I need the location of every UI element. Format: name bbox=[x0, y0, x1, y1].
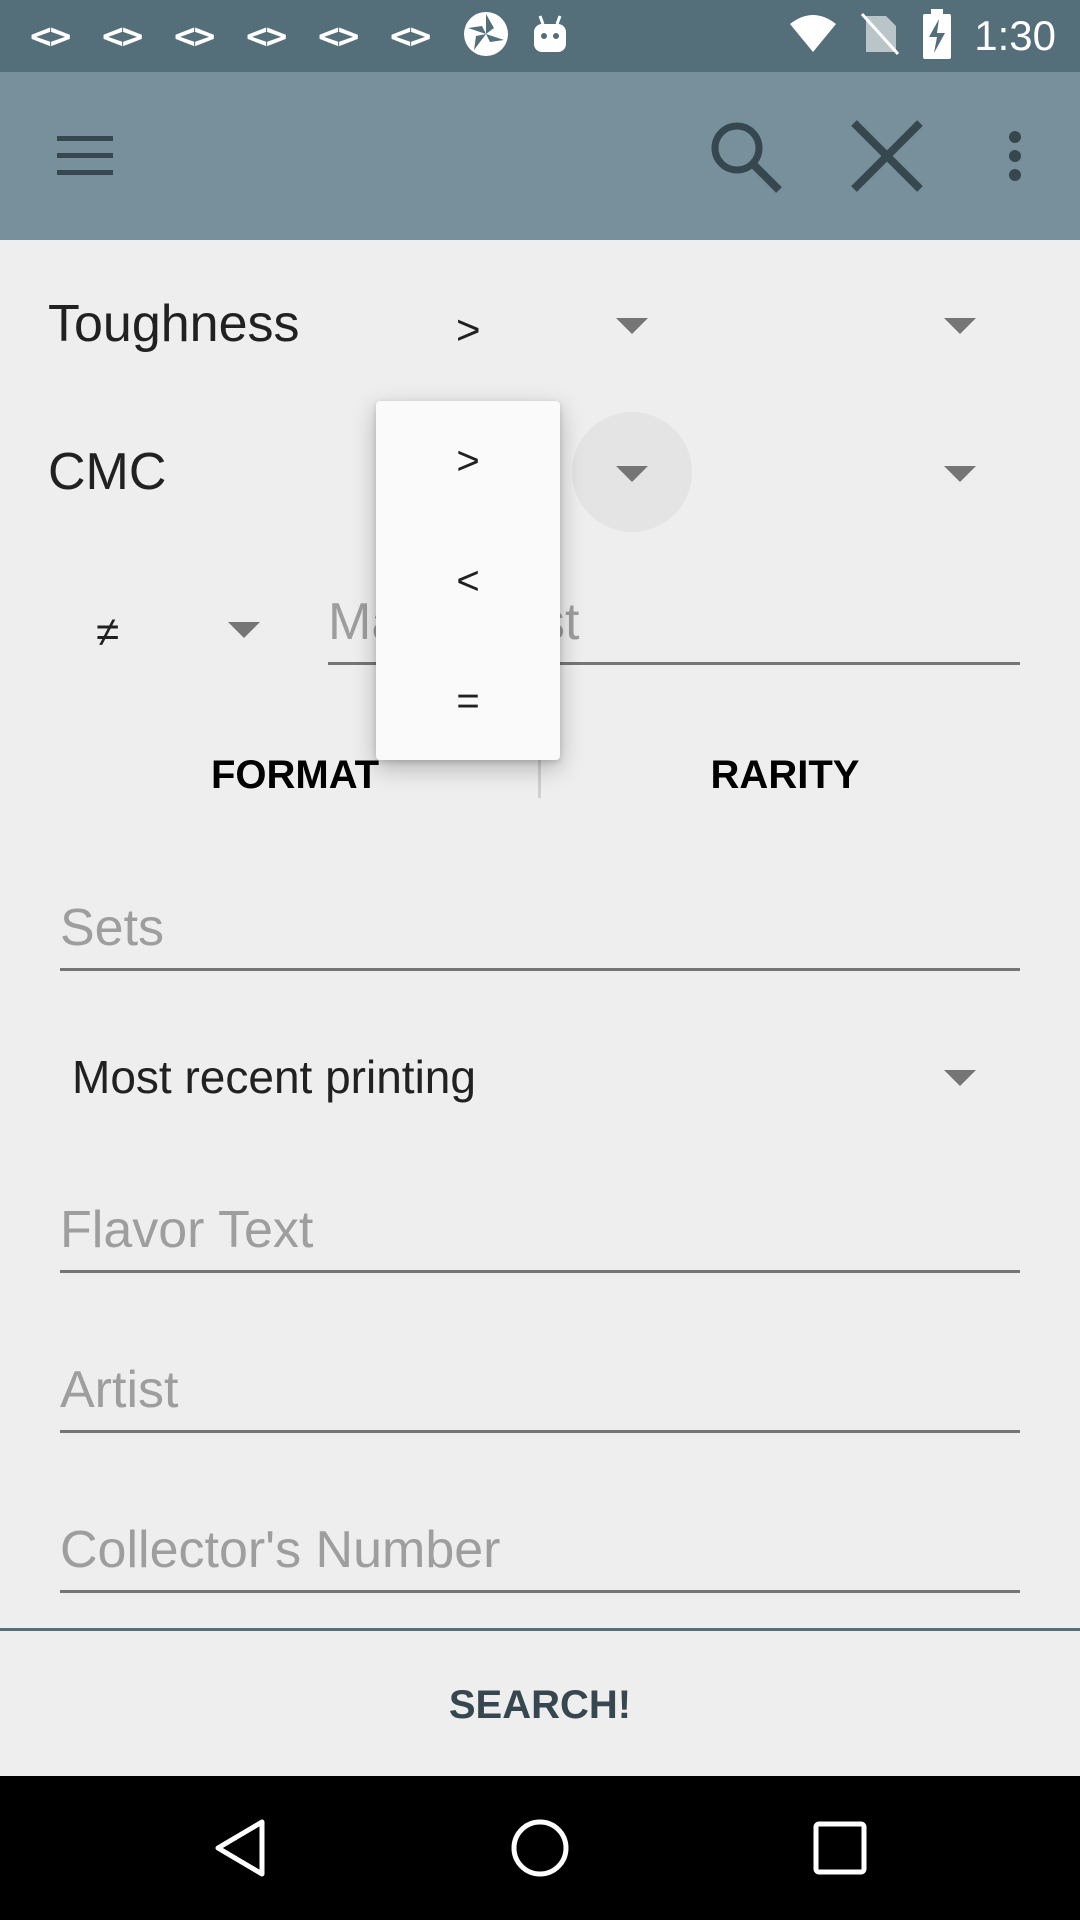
recents-icon[interactable] bbox=[760, 1776, 920, 1920]
chevron-down-icon[interactable] bbox=[944, 466, 976, 482]
chevron-down-icon[interactable] bbox=[616, 318, 648, 334]
android-icon bbox=[528, 12, 572, 61]
flavor-text-field[interactable]: Flavor Text bbox=[60, 1200, 1020, 1273]
battery-charging-icon bbox=[922, 8, 952, 64]
code-notification-icon: <> bbox=[102, 15, 143, 57]
chevron-down-icon[interactable] bbox=[944, 1070, 976, 1086]
artist-placeholder: Artist bbox=[60, 1361, 179, 1419]
collectors-number-field[interactable]: Collector's Number bbox=[60, 1520, 1020, 1593]
system-icons: 1:30 bbox=[788, 0, 1056, 72]
back-icon[interactable] bbox=[160, 1776, 320, 1920]
home-icon[interactable] bbox=[460, 1776, 620, 1920]
chevron-down-icon[interactable] bbox=[944, 318, 976, 334]
sets-placeholder: Sets bbox=[60, 899, 165, 957]
printing-select[interactable]: Most recent printing bbox=[72, 1050, 476, 1104]
operator-dropdown-menu: > < = bbox=[376, 401, 560, 760]
code-notification-icon: <> bbox=[174, 15, 215, 57]
code-notification-icon: <> bbox=[246, 15, 287, 57]
status-bar: <> <> <> <> <> <> 1:30 bbox=[0, 0, 1080, 72]
toughness-operator-select[interactable]: > bbox=[456, 306, 481, 354]
sets-field[interactable]: Sets bbox=[60, 898, 1020, 971]
flavor-text-placeholder: Flavor Text bbox=[60, 1201, 314, 1259]
toughness-label: Toughness bbox=[48, 295, 300, 353]
chevron-down-icon[interactable] bbox=[616, 466, 648, 482]
collectors-number-placeholder: Collector's Number bbox=[60, 1521, 501, 1579]
clock: 1:30 bbox=[974, 12, 1056, 59]
pinwheel-icon bbox=[462, 10, 510, 63]
app-toolbar bbox=[0, 72, 1080, 240]
navigation-bar bbox=[0, 1776, 1080, 1920]
close-icon[interactable] bbox=[842, 72, 932, 240]
search-icon[interactable] bbox=[700, 72, 790, 240]
artist-field[interactable]: Artist bbox=[60, 1360, 1020, 1433]
search-button[interactable]: SEARCH! bbox=[0, 1628, 1080, 1779]
menu-option-greater[interactable]: > bbox=[376, 401, 560, 521]
search-button-label: SEARCH! bbox=[448, 1682, 632, 1727]
code-notification-icon: <> bbox=[318, 15, 359, 57]
menu-option-less[interactable]: < bbox=[376, 521, 560, 641]
rarity-button[interactable]: RARITY bbox=[550, 740, 1020, 810]
menu-icon[interactable] bbox=[40, 72, 130, 240]
more-vert-icon[interactable] bbox=[990, 72, 1040, 240]
cmc-label: CMC bbox=[48, 443, 167, 501]
chevron-down-icon[interactable] bbox=[228, 622, 260, 638]
notification-icons: <> <> <> <> <> <> bbox=[30, 0, 572, 72]
menu-option-equal[interactable]: = bbox=[376, 641, 560, 761]
no-sim-icon bbox=[860, 12, 900, 61]
mana-cost-operator-select[interactable]: ≠ bbox=[96, 608, 119, 656]
code-notification-icon: <> bbox=[390, 15, 431, 57]
code-notification-icon: <> bbox=[30, 15, 71, 57]
wifi-icon bbox=[788, 14, 838, 59]
